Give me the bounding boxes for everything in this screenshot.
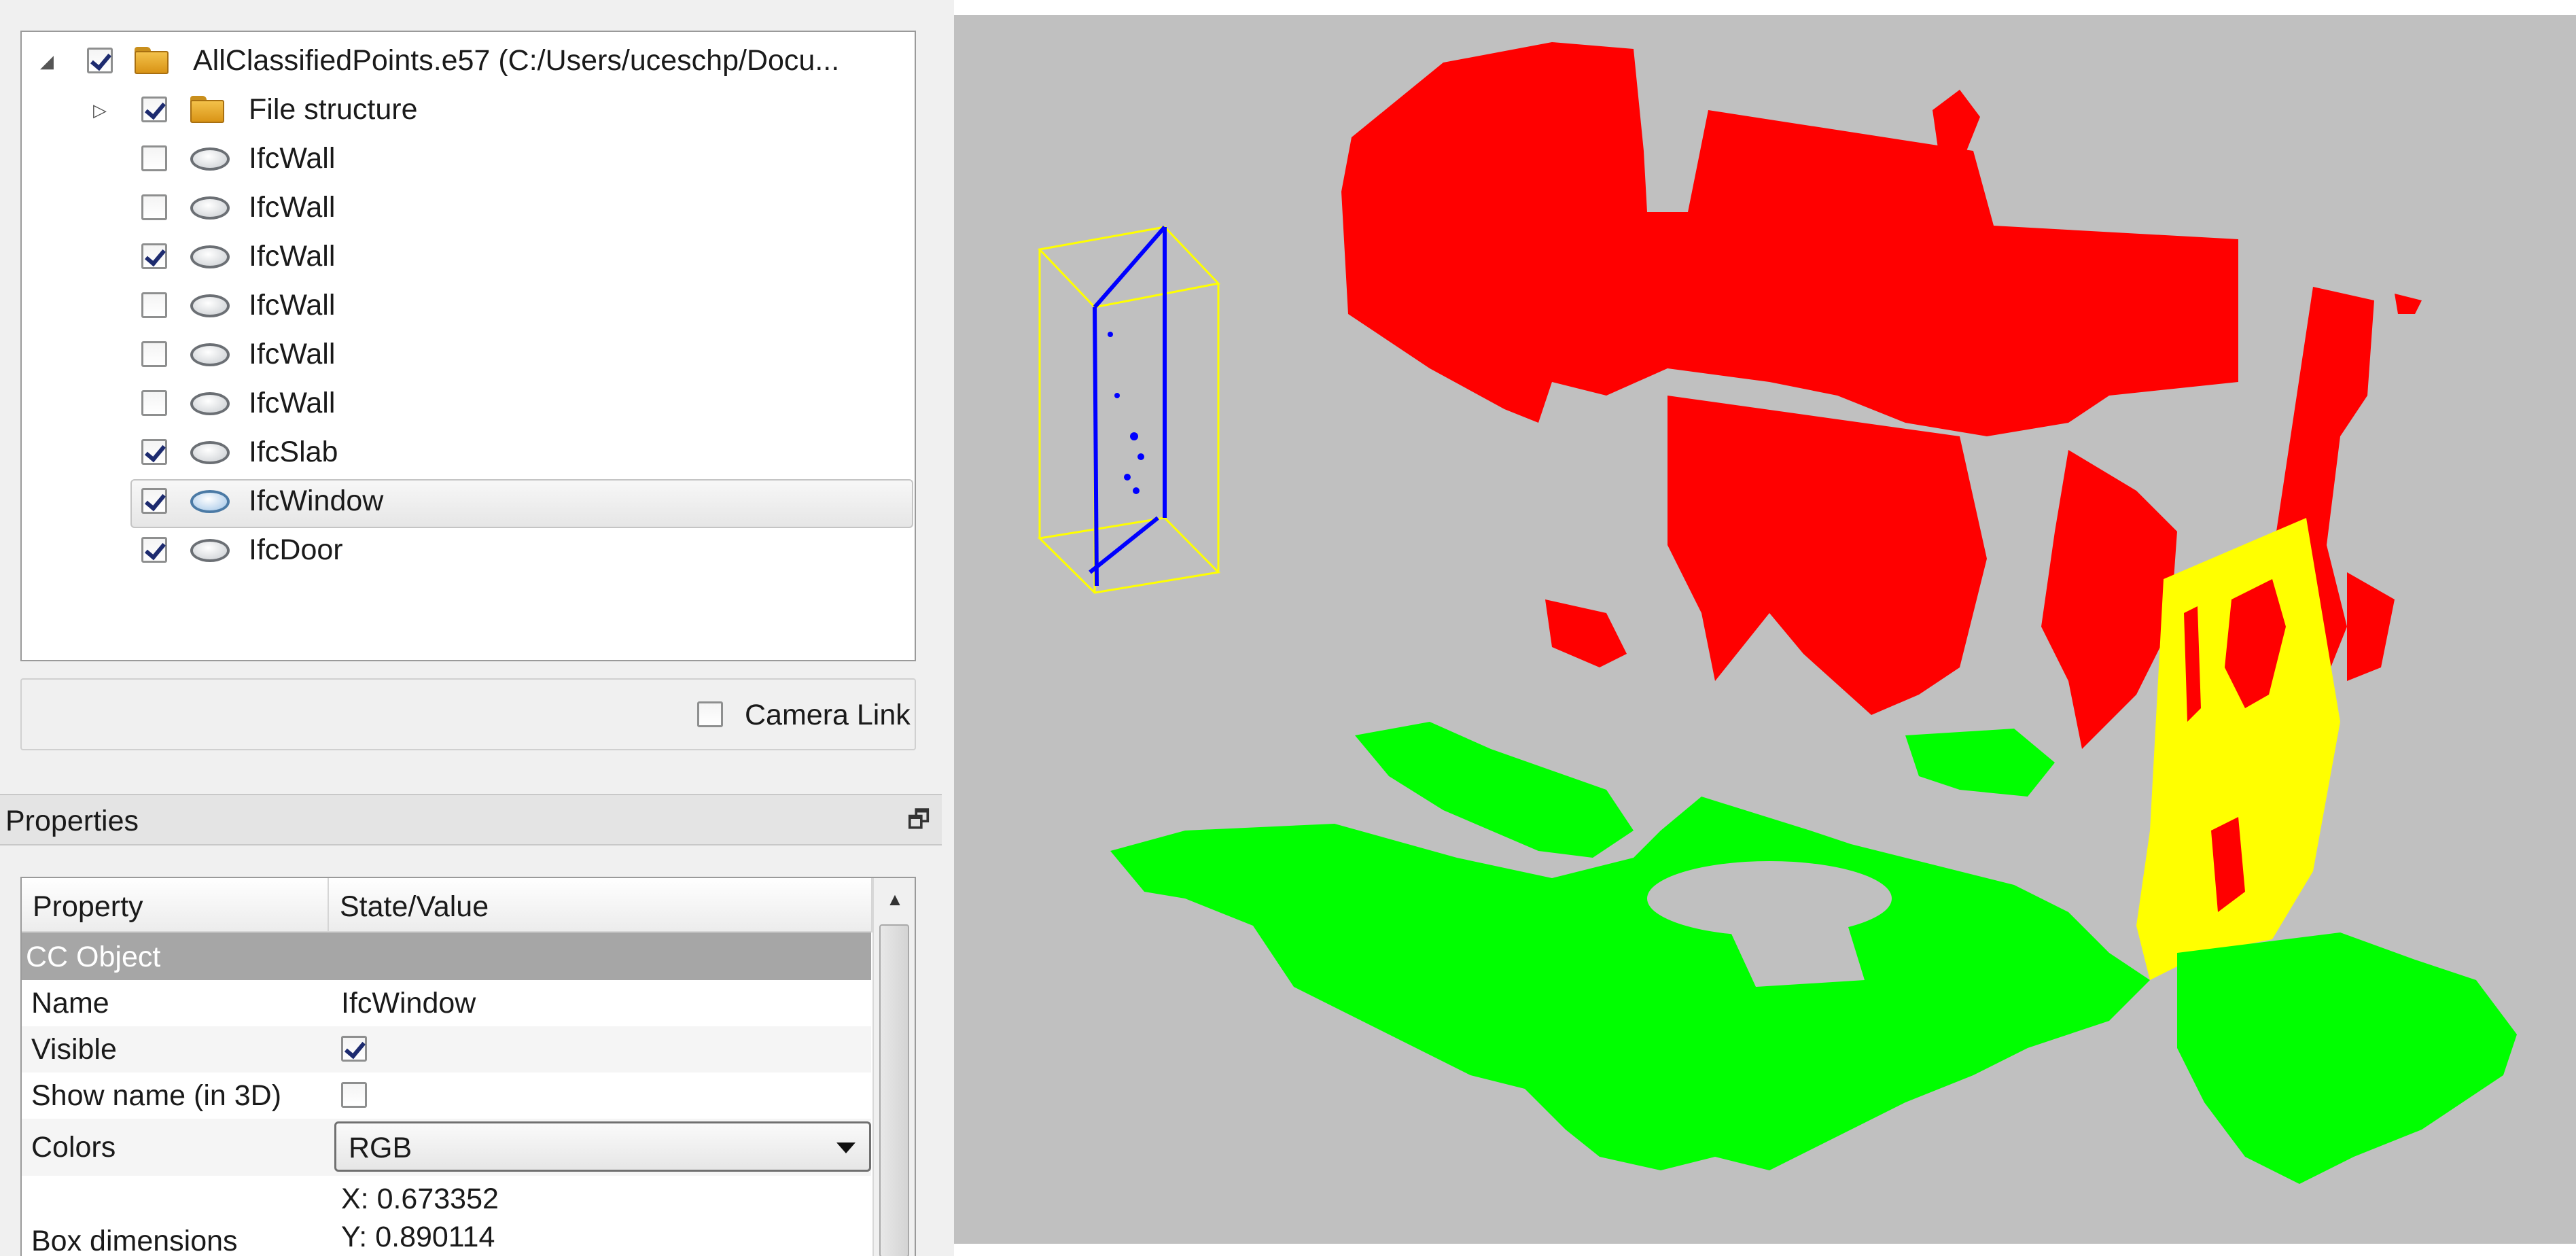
point-cloud-icon	[190, 539, 230, 562]
point-cloud-icon	[190, 147, 230, 171]
property-row-visible[interactable]: Visible	[22, 1026, 871, 1072]
tree-item-ifcdoor[interactable]: IfcDoor	[22, 527, 912, 576]
box-dimension-x: X: 0.673352	[341, 1183, 499, 1215]
tree-item-checkbox[interactable]	[141, 292, 167, 318]
selection-highlight	[130, 479, 913, 528]
tree-item-label: IfcWall	[249, 289, 336, 321]
tree-item-label: IfcWall	[249, 240, 336, 273]
tree-item-checkbox[interactable]	[141, 537, 167, 563]
tree-item-checkbox[interactable]	[141, 194, 167, 220]
ifcwindow-points	[1089, 226, 1167, 587]
show-name-checkbox[interactable]	[341, 1082, 367, 1108]
tree-item-label: IfcWall	[249, 142, 336, 175]
point-cloud-icon	[190, 392, 230, 415]
point-cloud-icon	[190, 343, 230, 366]
ifcwindow-bounding-box	[1037, 226, 1221, 594]
point-cloud-icon	[190, 441, 230, 464]
tree-item-label: IfcWindow	[249, 485, 384, 517]
tree-root-row[interactable]: ◢ AllClassifiedPoints.e57 (C:/Users/uces…	[22, 37, 912, 86]
camera-link-bar: Camera Link	[20, 678, 916, 750]
visible-checkbox[interactable]	[341, 1036, 367, 1062]
tree-item-label: File structure	[249, 93, 418, 126]
tree-item-label: IfcSlab	[249, 436, 338, 468]
point-cloud-icon	[190, 294, 230, 317]
properties-title: Properties	[5, 805, 139, 837]
section-header-cc-object: CC Object	[22, 932, 871, 980]
point-cloud-icon	[190, 490, 230, 513]
colors-dropdown-value: RGB	[349, 1132, 412, 1164]
properties-panel-header: Properties 🗗	[0, 794, 942, 845]
folder-icon	[190, 94, 226, 124]
property-row-name[interactable]: Name IfcWindow	[22, 980, 871, 1026]
property-label: Name	[31, 987, 109, 1019]
tree-item-ifcwall[interactable]: IfcWall	[22, 331, 912, 380]
ifcdoor-points	[2136, 518, 2340, 980]
tree-item-checkbox[interactable]	[141, 488, 167, 514]
tree-item-ifcwall[interactable]: IfcWall	[22, 233, 912, 282]
expand-arrow-icon[interactable]: ▷	[90, 100, 110, 120]
tree-item-label: IfcDoor	[249, 534, 343, 566]
camera-link-label[interactable]: Camera Link	[745, 699, 911, 732]
point-cloud-icon	[190, 245, 230, 268]
column-header-property[interactable]: Property	[22, 878, 329, 932]
column-header-value[interactable]: State/Value	[329, 878, 872, 932]
tree-item-ifcwindow[interactable]: IfcWindow	[22, 478, 913, 528]
property-row-box-dimensions[interactable]: X: 0.673352 Y: 0.890114 Box dimensions	[22, 1176, 871, 1256]
camera-link-checkbox[interactable]	[697, 701, 723, 727]
colors-dropdown[interactable]: RGB	[334, 1121, 871, 1172]
tree-item-ifcwall[interactable]: IfcWall	[22, 184, 912, 233]
dropdown-arrow-icon	[836, 1142, 855, 1153]
tree-item-label: IfcWall	[249, 191, 336, 224]
tree-item-checkbox[interactable]	[141, 390, 167, 416]
tree-item-ifcwall[interactable]: IfcWall	[22, 380, 912, 429]
tree-item-file-structure[interactable]: ▷ File structure	[22, 86, 912, 135]
scroll-up-arrow-icon[interactable]: ▲	[874, 878, 915, 920]
name-value[interactable]: IfcWindow	[341, 987, 476, 1020]
scrollbar-thumb[interactable]	[879, 924, 909, 1256]
property-label: Colors	[31, 1131, 116, 1164]
tree-item-label: IfcWall	[249, 387, 336, 419]
property-label: Show name (in 3D)	[31, 1079, 282, 1112]
properties-table[interactable]: Property State/Value CC Object Name IfcW…	[20, 877, 916, 1256]
property-row-colors[interactable]: Colors RGB	[22, 1119, 871, 1176]
db-tree[interactable]: ◢ AllClassifiedPoints.e57 (C:/Users/uces…	[20, 31, 916, 661]
property-label: Visible	[31, 1033, 117, 1066]
tree-item-checkbox[interactable]	[141, 145, 167, 171]
tree-item-checkbox[interactable]	[141, 341, 167, 367]
property-row-show-name[interactable]: Show name (in 3D)	[22, 1072, 871, 1119]
tree-root-label: AllClassifiedPoints.e57 (C:/Users/ucesch…	[193, 44, 840, 77]
point-cloud-render	[1037, 42, 2517, 1184]
tree-root-checkbox[interactable]	[87, 48, 113, 73]
tree-item-checkbox[interactable]	[141, 97, 167, 122]
tree-item-checkbox[interactable]	[141, 439, 167, 465]
tree-item-label: IfcWall	[249, 338, 336, 370]
undock-icon[interactable]: 🗗	[905, 806, 932, 833]
tree-item-ifcslab[interactable]: IfcSlab	[22, 429, 912, 478]
point-cloud-icon	[190, 196, 230, 220]
tree-item-ifcwall[interactable]: IfcWall	[22, 135, 912, 184]
left-panel: ◢ AllClassifiedPoints.e57 (C:/Users/uces…	[0, 0, 954, 1256]
tree-item-ifcwall[interactable]: IfcWall	[22, 282, 912, 331]
property-label: Box dimensions	[31, 1225, 238, 1256]
3d-viewport[interactable]	[954, 15, 2576, 1244]
tree-item-checkbox[interactable]	[141, 243, 167, 269]
properties-scrollbar[interactable]: ▲	[872, 878, 915, 1256]
folder-icon	[135, 46, 170, 75]
box-dimension-y: Y: 0.890114	[341, 1221, 495, 1253]
collapse-arrow-icon[interactable]: ◢	[37, 51, 57, 71]
